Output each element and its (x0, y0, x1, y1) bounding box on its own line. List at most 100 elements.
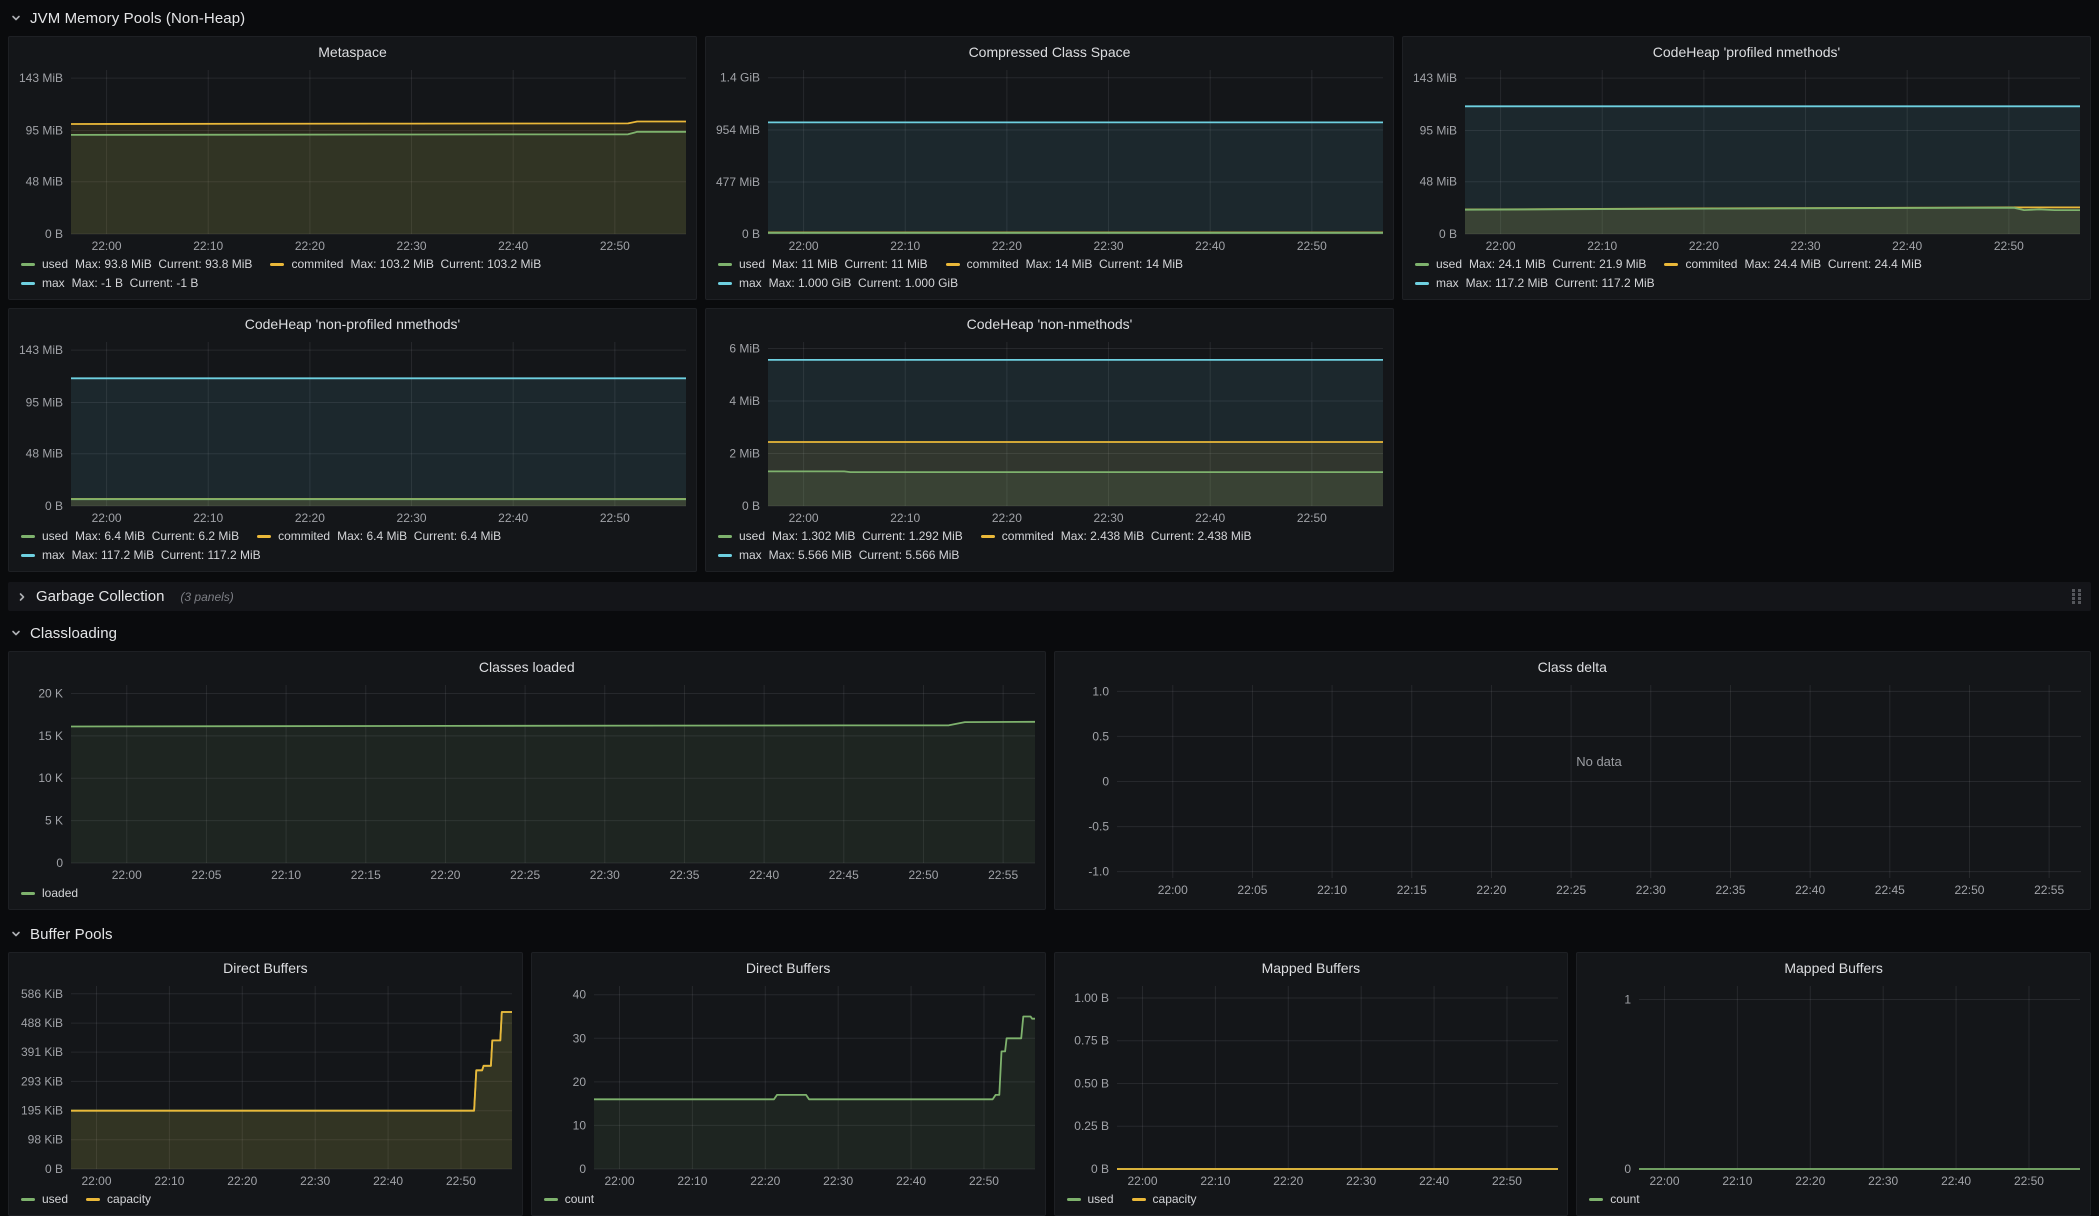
svg-text:0: 0 (56, 856, 63, 870)
chart-canvas[interactable]: -1.0-0.500.51.022:0022:0522:1022:1522:20… (1055, 677, 2091, 900)
chart-canvas[interactable]: 0 B477 MiB954 MiB1.4 GiB22:0022:1022:202… (706, 62, 1393, 256)
chart-canvas[interactable]: 0 B48 MiB95 MiB143 MiB22:0022:1022:2022:… (9, 334, 696, 528)
legend-item-used[interactable]: usedMax: 11 MiB Current: 11 MiB (718, 257, 928, 272)
legend-item-used[interactable]: usedMax: 93.8 MiB Current: 93.8 MiB (21, 257, 252, 272)
svg-text:22:40: 22:40 (1195, 239, 1225, 253)
panel-title[interactable]: Classes loaded (9, 652, 1045, 677)
svg-text:22:40: 22:40 (749, 868, 779, 882)
svg-text:22:10: 22:10 (271, 868, 301, 882)
chart-canvas[interactable]: 0 B2 MiB4 MiB6 MiB22:0022:1022:2022:3022… (706, 334, 1393, 528)
svg-text:98 KiB: 98 KiB (28, 1133, 63, 1147)
chart-canvas[interactable]: 0 B48 MiB95 MiB143 MiB22:0022:1022:2022:… (1403, 62, 2090, 256)
legend-item-loaded[interactable]: loaded (21, 886, 78, 901)
legend-item-commited[interactable]: commitedMax: 14 MiB Current: 14 MiB (946, 257, 1183, 272)
legend-item-used[interactable]: usedMax: 6.4 MiB Current: 6.2 MiB (21, 529, 239, 544)
chart-canvas[interactable]: 0 B0.25 B0.50 B0.75 B1.00 B22:0022:1022:… (1055, 978, 1568, 1191)
legend-item-used[interactable]: used (21, 1192, 68, 1207)
panel-codeheap-non-nmethods: CodeHeap 'non-nmethods'0 B2 MiB4 MiB6 Mi… (705, 308, 1394, 572)
count-series-marker (544, 1198, 558, 1201)
svg-text:22:30: 22:30 (1791, 239, 1821, 253)
panel-mapped-buffers: Mapped Buffers0122:0022:1022:2022:3022:4… (1576, 952, 2091, 1216)
svg-text:0 B: 0 B (1439, 227, 1457, 241)
svg-text:22:40: 22:40 (1795, 883, 1825, 897)
legend-item-max[interactable]: maxMax: 1.000 GiB Current: 1.000 GiB (718, 276, 958, 291)
svg-text:22:50: 22:50 (1491, 1174, 1521, 1188)
section-classloading[interactable]: Classloading (8, 621, 2091, 645)
legend-item-max[interactable]: maxMax: 5.566 MiB Current: 5.566 MiB (718, 548, 959, 563)
legend-label: used (42, 257, 68, 272)
legend-item-count[interactable]: count (544, 1192, 594, 1207)
legend-item-max[interactable]: maxMax: 117.2 MiB Current: 117.2 MiB (1415, 276, 1655, 291)
svg-text:22:50: 22:50 (908, 868, 938, 882)
svg-text:22:40: 22:40 (498, 511, 528, 525)
legend-item-used[interactable]: usedMax: 24.1 MiB Current: 21.9 MiB (1415, 257, 1646, 272)
section-jvm-memory-pools[interactable]: JVM Memory Pools (Non-Heap) (8, 6, 2091, 30)
svg-text:22:50: 22:50 (1954, 883, 1984, 897)
svg-text:195 KiB: 195 KiB (21, 1104, 63, 1118)
svg-text:22:30: 22:30 (397, 239, 427, 253)
svg-text:22:00: 22:00 (112, 868, 142, 882)
svg-text:22:10: 22:10 (193, 511, 223, 525)
svg-text:40: 40 (572, 988, 586, 1002)
legend-item-used[interactable]: usedMax: 1.302 MiB Current: 1.292 MiB (718, 529, 963, 544)
legend-item-max[interactable]: maxMax: -1 B Current: -1 B (21, 276, 198, 291)
section-buffer-pools[interactable]: Buffer Pools (8, 922, 2091, 946)
legend-stats: Max: 6.4 MiB Current: 6.4 MiB (337, 529, 501, 544)
svg-text:22:00: 22:00 (92, 511, 122, 525)
svg-text:22:00: 22:00 (1486, 239, 1516, 253)
panel-title[interactable]: Mapped Buffers (1055, 953, 1568, 978)
panel-title[interactable]: Metaspace (9, 37, 696, 62)
chart-canvas[interactable]: 0 B98 KiB195 KiB293 KiB391 KiB488 KiB586… (9, 978, 522, 1191)
panel-title[interactable]: Mapped Buffers (1577, 953, 2090, 978)
svg-text:6 MiB: 6 MiB (729, 342, 760, 356)
svg-text:391 KiB: 391 KiB (21, 1045, 63, 1059)
panel-title[interactable]: CodeHeap 'non-profiled nmethods' (9, 309, 696, 334)
legend-stats: Max: 1.302 MiB Current: 1.292 MiB (772, 529, 963, 544)
svg-text:0.50 B: 0.50 B (1074, 1076, 1109, 1090)
panel-title[interactable]: CodeHeap 'profiled nmethods' (1403, 37, 2090, 62)
max-series-marker (718, 554, 732, 557)
svg-text:22:20: 22:20 (227, 1174, 257, 1188)
svg-text:22:50: 22:50 (600, 511, 630, 525)
legend-label: commited (291, 257, 343, 272)
capacity-series-marker (1132, 1198, 1146, 1201)
legend-item-commited[interactable]: commitedMax: 2.438 MiB Current: 2.438 Mi… (981, 529, 1252, 544)
svg-text:22:50: 22:50 (1994, 239, 2024, 253)
chart-canvas[interactable]: 01020304022:0022:1022:2022:3022:4022:50 (532, 978, 1045, 1191)
chart-canvas[interactable]: 0 B48 MiB95 MiB143 MiB22:0022:1022:2022:… (9, 62, 696, 256)
panel-title[interactable]: CodeHeap 'non-nmethods' (706, 309, 1393, 334)
svg-text:22:00: 22:00 (1157, 883, 1187, 897)
svg-text:22:50: 22:50 (1297, 511, 1327, 525)
svg-text:22:00: 22:00 (1127, 1174, 1157, 1188)
legend-item-used[interactable]: used (1067, 1192, 1114, 1207)
legend-item-capacity[interactable]: capacity (1132, 1192, 1197, 1207)
used-series-marker (21, 535, 35, 538)
svg-text:20 K: 20 K (38, 686, 63, 700)
svg-text:586 KiB: 586 KiB (21, 987, 63, 1001)
legend-stats: Max: 117.2 MiB Current: 117.2 MiB (1466, 276, 1655, 291)
drag-handle-icon[interactable] (2072, 589, 2081, 604)
legend-label: max (739, 276, 762, 291)
panel-classes-loaded: Classes loaded05 K10 K15 K20 K22:0022:05… (8, 651, 1046, 910)
legend: used capacity (1055, 1191, 1568, 1215)
legend-item-capacity[interactable]: capacity (86, 1192, 151, 1207)
row-garbage-collection[interactable]: Garbage Collection (3 panels) (8, 582, 2091, 611)
legend-item-commited[interactable]: commitedMax: 6.4 MiB Current: 6.4 MiB (257, 529, 501, 544)
panel-title[interactable]: Compressed Class Space (706, 37, 1393, 62)
legend-item-commited[interactable]: commitedMax: 24.4 MiB Current: 24.4 MiB (1664, 257, 1921, 272)
legend-stats: Max: 6.4 MiB Current: 6.2 MiB (75, 529, 239, 544)
legend-item-commited[interactable]: commited Max: 103.2 MiB Current: 103.2 Mi… (270, 257, 541, 272)
legend-label: max (42, 276, 65, 291)
svg-text:0.75 B: 0.75 B (1074, 1034, 1109, 1048)
legend-item-count[interactable]: count (1589, 1192, 1639, 1207)
panel-title[interactable]: Class delta (1055, 652, 2091, 677)
legend-item-max[interactable]: maxMax: 117.2 MiB Current: 117.2 MiB (21, 548, 261, 563)
chart-canvas[interactable]: 0122:0022:1022:2022:3022:4022:50 (1577, 978, 2090, 1191)
svg-text:22:20: 22:20 (750, 1174, 780, 1188)
panel-title[interactable]: Direct Buffers (532, 953, 1045, 978)
legend-label: used (1436, 257, 1462, 272)
legend-stats: Max: 103.2 MiB Current: 103.2 MiB (350, 257, 541, 272)
panel-direct-buffers: Direct Buffers0 B98 KiB195 KiB293 KiB391… (8, 952, 523, 1216)
panel-title[interactable]: Direct Buffers (9, 953, 522, 978)
chart-canvas[interactable]: 05 K10 K15 K20 K22:0022:0522:1022:1522:2… (9, 677, 1045, 885)
